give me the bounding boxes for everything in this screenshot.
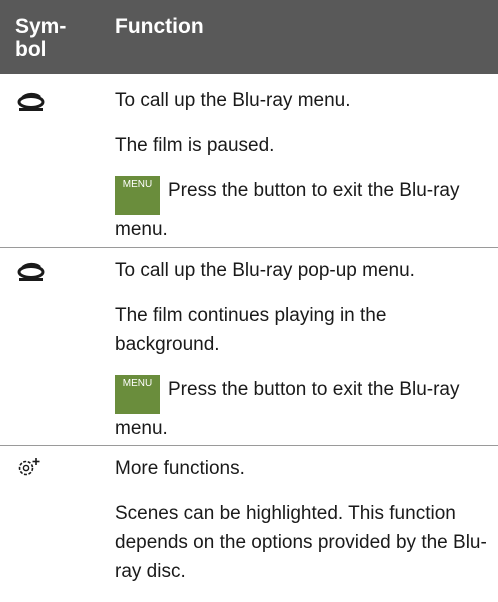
header-symbol: Sym- bol [15, 15, 67, 61]
menu-instruction: Press the button to exit the Blu-ray men… [115, 180, 460, 240]
menu-button: MENU [115, 375, 160, 414]
menu-instruction: Press the button to exit the Blu-ray men… [115, 379, 460, 439]
row-divider [0, 445, 498, 446]
row-description: To call up the Blu-ray menu. [115, 90, 351, 111]
menu-button: MENU [115, 176, 160, 215]
bluray-disc-icon [17, 262, 45, 281]
table-row: To call up the Blu-ray pop-up menu. The … [0, 256, 498, 446]
row-description: More functions. [115, 458, 245, 479]
row-detail: Scenes can be highlighted. This function… [115, 503, 487, 582]
table-header: Sym- bol Function [0, 0, 498, 74]
header-function: Function [115, 15, 204, 38]
settings-plus-icon [18, 458, 40, 476]
row-detail: The film is paused. [115, 135, 275, 156]
row-divider [0, 247, 498, 248]
bluray-disc-icon [17, 92, 45, 111]
row-description: To call up the Blu-ray pop-up menu. [115, 260, 415, 281]
table-row: To call up the Blu-ray menu. The film is… [0, 86, 498, 246]
row-detail: The film continues playing in the backgr… [115, 305, 387, 355]
table-row: More functions. Scenes can be highlighte… [0, 454, 498, 592]
